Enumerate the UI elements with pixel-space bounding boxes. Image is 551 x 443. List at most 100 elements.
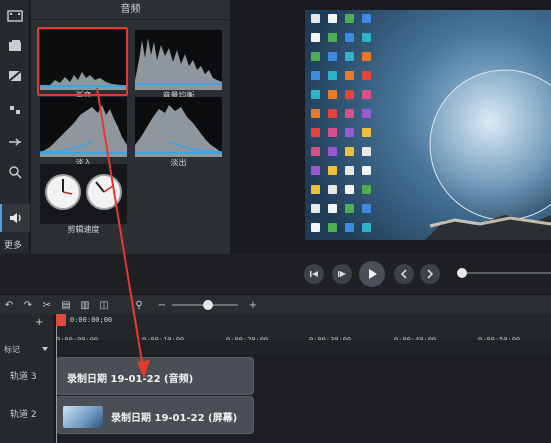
clip-label: 录制日期 19-01-22 (音频) xyxy=(67,374,194,385)
step-button[interactable] xyxy=(332,264,352,284)
desktop-shortcut-icon xyxy=(345,14,354,23)
desktop-shortcut-icon xyxy=(345,52,354,61)
desktop-shortcut-icon xyxy=(311,128,320,137)
zoom-slider-handle[interactable] xyxy=(203,300,213,310)
desktop-shortcut-icon xyxy=(345,33,354,42)
desktop-shortcut-icon xyxy=(345,223,354,232)
desktop-shortcut-icon xyxy=(311,33,320,42)
effect-label: 淡出 xyxy=(170,158,187,167)
zoom-in-icon[interactable]: + xyxy=(246,298,260,312)
desktop-shortcut-icon xyxy=(362,33,371,42)
clip-speed-clocks-icon xyxy=(40,164,127,224)
volume-leveling-waveform-icon xyxy=(135,30,222,90)
add-track-icon[interactable]: + xyxy=(35,317,43,328)
desktop-shortcut-icon xyxy=(328,109,337,118)
screen-clip[interactable]: 录制日期 19-01-22 (屏幕) xyxy=(56,396,254,434)
desktop-shortcut-icon xyxy=(328,33,337,42)
cursor-effects-icon[interactable] xyxy=(0,158,30,186)
desktop-shortcut-icon xyxy=(345,166,354,175)
desktop-shortcut-icon xyxy=(362,90,371,99)
desktop-shortcut-icon xyxy=(328,71,337,80)
desktop-shortcut-icon xyxy=(311,147,320,156)
desktop-shortcut-icon xyxy=(311,71,320,80)
desktop-shortcut-icon xyxy=(362,71,371,80)
preview-canvas[interactable] xyxy=(305,10,551,240)
playhead-handle[interactable] xyxy=(56,314,66,326)
desktop-shortcut-icon xyxy=(328,52,337,61)
split-icon[interactable]: ◫ xyxy=(97,298,111,312)
desktop-shortcut-icon xyxy=(362,223,371,232)
desktop-shortcut-icon xyxy=(362,166,371,175)
library-icon[interactable] xyxy=(0,32,30,60)
desktop-shortcut-icon xyxy=(311,14,320,23)
scrub-handle[interactable] xyxy=(457,268,467,278)
desktop-shortcut-icon xyxy=(311,109,320,118)
desktop-shortcut-icon xyxy=(362,185,371,194)
track-header-column: 轨道 3 轨道 2 + xyxy=(0,314,55,443)
scrub-track[interactable] xyxy=(459,272,551,274)
cut-icon[interactable]: ✂ xyxy=(40,298,54,312)
desktop-shortcut-icon xyxy=(362,128,371,137)
audio-clip[interactable]: 录制日期 19-01-22 (音频) xyxy=(56,357,254,395)
audio-effects-panel: 音频 渐变 音量均衡 淡入 淡出 剪辑速度 xyxy=(31,0,230,254)
undo-icon[interactable]: ↶ xyxy=(2,298,16,312)
desktop-shortcut-icon xyxy=(311,185,320,194)
fade-in-waveform-icon xyxy=(40,97,127,157)
effect-clip-speed[interactable]: 剪辑速度 xyxy=(40,164,127,242)
desktop-shortcut-icon xyxy=(328,128,337,137)
desktop-shortcut-icon xyxy=(362,14,371,23)
desktop-shortcut-icon xyxy=(362,204,371,213)
previous-clip-button[interactable] xyxy=(394,264,414,284)
paste-icon[interactable]: ▥ xyxy=(78,298,92,312)
desktop-shortcut-icon xyxy=(311,52,320,61)
desktop-shortcut-icon xyxy=(362,109,371,118)
timeline-toolbar: ↶ ↷ ✂ ▤ ▥ ◫ ⚲ − + xyxy=(0,294,551,314)
clip-thumbnail xyxy=(63,406,103,428)
desktop-shortcut-icon xyxy=(328,185,337,194)
zoom-out-icon[interactable]: − xyxy=(155,298,169,312)
marker-label[interactable]: 标记 xyxy=(4,344,20,355)
previous-frame-button[interactable] xyxy=(304,264,324,284)
annotations-icon[interactable] xyxy=(0,62,30,90)
desktop-shortcut-icon xyxy=(345,90,354,99)
desktop-shortcut-icon xyxy=(345,204,354,213)
desktop-shortcut-icon xyxy=(345,147,354,156)
transport-left-fill xyxy=(0,254,231,294)
desktop-shortcut-icon xyxy=(345,128,354,137)
effect-fade-out[interactable]: 淡出 xyxy=(135,97,222,175)
media-icon[interactable] xyxy=(0,2,30,30)
track-3-label: 轨道 3 xyxy=(10,372,37,382)
zoom-search-icon[interactable]: ⚲ xyxy=(132,298,146,312)
desktop-shortcut-icon xyxy=(328,147,337,156)
audio-effects-icon[interactable] xyxy=(0,204,30,232)
desktop-shortcut-icon xyxy=(345,71,354,80)
track-2-label: 轨道 2 xyxy=(10,410,37,420)
chevron-down-icon[interactable] xyxy=(42,347,48,351)
behaviors-icon[interactable] xyxy=(0,96,30,124)
desktop-shortcut-icon xyxy=(311,223,320,232)
playhead-line xyxy=(56,326,57,443)
fade-out-waveform-icon xyxy=(135,97,222,157)
more-button[interactable]: 更多 xyxy=(4,238,22,251)
clip-label: 录制日期 19-01-22 (屏幕) xyxy=(111,413,238,424)
desktop-shortcut-icon xyxy=(345,185,354,194)
play-button[interactable] xyxy=(359,261,385,287)
desktop-shortcut-icon xyxy=(362,52,371,61)
playback-controls xyxy=(231,254,551,294)
desktop-shortcut-icon xyxy=(328,223,337,232)
marker-row[interactable] xyxy=(56,340,551,354)
desktop-shortcut-icon xyxy=(328,166,337,175)
tracks-area: 录制日期 19-01-22 (音频) 录制日期 19-01-22 (屏幕) xyxy=(56,354,551,443)
desktop-shortcut-icon xyxy=(328,14,337,23)
redo-icon[interactable]: ↷ xyxy=(21,298,35,312)
desktop-shortcut-icon xyxy=(311,204,320,213)
desktop-shortcut-icon xyxy=(328,204,337,213)
desktop-shortcut-icon xyxy=(311,166,320,175)
transitions-icon[interactable] xyxy=(0,128,30,156)
copy-icon[interactable]: ▤ xyxy=(59,298,73,312)
desktop-shortcut-icon xyxy=(311,90,320,99)
desktop-shortcut-icon xyxy=(328,90,337,99)
next-clip-button[interactable] xyxy=(420,264,440,284)
effect-label: 剪辑速度 xyxy=(67,225,100,234)
panel-title: 音频 xyxy=(31,0,230,20)
